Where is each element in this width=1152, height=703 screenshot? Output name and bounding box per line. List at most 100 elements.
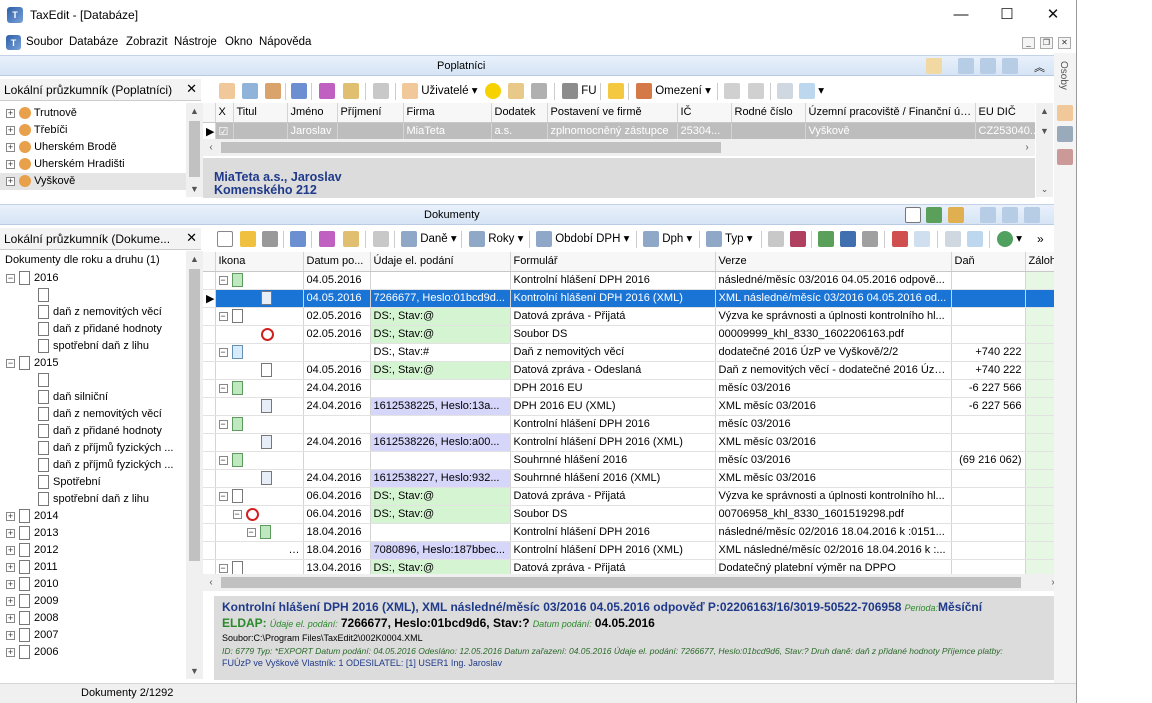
table-row-selected[interactable]: ▶ 04.05.2016 7266677, Heslo:01bcd9d... Kont… xyxy=(203,289,1061,308)
tree-item[interactable] xyxy=(38,372,53,389)
document-system-icon[interactable]: T xyxy=(6,35,21,50)
tree-item[interactable]: − 2016 xyxy=(6,270,58,287)
delete-doc-icon[interactable] xyxy=(892,230,908,247)
tree-item[interactable]: daň z příjmů fyzických ... xyxy=(38,457,173,474)
osoby-tab[interactable]: Osoby xyxy=(1058,61,1069,90)
col-dan[interactable]: Daň xyxy=(951,252,1026,272)
col-firma[interactable]: Firma xyxy=(403,103,492,123)
col-eu-dic[interactable]: EU DIČ xyxy=(975,103,1035,123)
roky-dropdown[interactable]: Roky ▾ xyxy=(469,230,523,249)
search-person-icon[interactable] xyxy=(343,230,359,247)
tree-item-selected[interactable]: + Vyškově xyxy=(0,173,186,190)
expand-icon[interactable]: + xyxy=(6,647,15,657)
collapse-icon[interactable]: − xyxy=(218,347,228,357)
signal-icon[interactable] xyxy=(967,230,983,247)
expand-icon[interactable]: + xyxy=(6,613,15,623)
col-x[interactable]: X xyxy=(215,103,234,123)
tree-item[interactable]: daň z nemovitých věcí xyxy=(38,406,162,423)
mdi-close-button[interactable]: ✕ xyxy=(1058,37,1071,49)
table-row[interactable]: 18.04.2016 7080896, Heslo:187bbec... Kontr… xyxy=(203,541,1061,560)
tree-item[interactable]: +2013 xyxy=(6,525,58,542)
scroll-thumb[interactable] xyxy=(221,577,1021,588)
expand-icon[interactable]: + xyxy=(6,630,15,640)
tree-item[interactable]: daň z přidané hodnoty xyxy=(38,423,162,440)
checkbox-icon[interactable]: ☑ xyxy=(215,122,234,140)
close-explorer-icon[interactable]: ✕ xyxy=(186,230,197,246)
print-icon[interactable] xyxy=(262,230,278,247)
maximize-button[interactable]: ☐ xyxy=(984,0,1030,31)
collapse-icon[interactable]: − xyxy=(218,311,228,321)
menu-okno[interactable]: Okno xyxy=(225,36,253,48)
tree-item[interactable]: daň silniční xyxy=(38,389,108,406)
close-button[interactable]: ✕ xyxy=(1030,0,1076,31)
tree-item[interactable]: +2014 xyxy=(6,508,58,525)
tree-item[interactable]: + Trutnově xyxy=(6,105,77,122)
collapse-icon[interactable]: − xyxy=(6,358,15,368)
table-row[interactable]: − Kontrolní hlášení DPH 2016 měsíc 03/2016 xyxy=(203,415,1061,434)
epo-icon[interactable] xyxy=(914,230,930,247)
col-dodatek[interactable]: Dodatek xyxy=(491,103,548,123)
scroll-down-icon[interactable]: ▼ xyxy=(186,181,203,197)
col-uzemni-pracoviste[interactable]: Územní pracoviště / Finanční úřad xyxy=(805,103,976,123)
scroll-right-icon[interactable]: › xyxy=(1019,139,1035,156)
collapse-icon[interactable]: − xyxy=(218,455,228,465)
scroll-bottom-icon[interactable]: ⌄ xyxy=(1036,181,1053,197)
table-row[interactable]: − 06.04.2016 DS:, Stav:@ Datová zpráva - Př… xyxy=(203,487,1061,506)
expand-icon[interactable]: + xyxy=(6,562,15,572)
persons-side-icon[interactable] xyxy=(1057,105,1073,121)
detail-view-icon[interactable] xyxy=(958,58,974,74)
expand-icon[interactable]: + xyxy=(6,596,15,606)
scroll-left-icon[interactable]: ‹ xyxy=(203,139,219,156)
col-rodne-cislo[interactable]: Rodné číslo xyxy=(731,103,806,123)
close-explorer-icon[interactable]: ✕ xyxy=(186,81,197,97)
col-ikona[interactable]: Ikona xyxy=(215,252,304,272)
scroll-up-icon[interactable]: ▲ xyxy=(186,251,203,267)
poplatnici-tree-scrollbar[interactable]: ▲ ▼ xyxy=(186,103,203,197)
table-row-selected[interactable]: ▶ ☑ Jaroslav MiaTeta a.s. zplnomocněný z… xyxy=(203,122,1035,140)
exit-icon[interactable] xyxy=(790,230,806,247)
col-formular[interactable]: Formulář xyxy=(510,252,716,272)
scroll-thumb[interactable] xyxy=(189,121,200,177)
tree-item[interactable]: + Uherském Brodě xyxy=(6,139,117,156)
table-row[interactable]: − 04.05.2016 Kontrolní hlášení DPH 2016 nás… xyxy=(203,271,1061,290)
minimize-button[interactable]: — xyxy=(938,0,984,31)
key-icon[interactable] xyxy=(608,82,624,99)
signal-icon[interactable] xyxy=(799,82,815,99)
dokumenty-hscrollbar[interactable]: ‹ › xyxy=(203,574,1061,591)
tree-item[interactable]: +2012 xyxy=(6,542,58,559)
expand-icon[interactable]: + xyxy=(6,579,15,589)
detail-view-icon[interactable] xyxy=(980,207,996,223)
col-postaveni[interactable]: Postavení ve firmě xyxy=(547,103,678,123)
mdi-restore-button[interactable]: ❐ xyxy=(1040,37,1053,49)
table-row[interactable]: 02.05.2016 DS:, Stav:@ Soubor DS 00009999_k… xyxy=(203,325,1061,344)
table-row[interactable]: − 02.05.2016 DS:, Stav:@ Datová zpráva - Př… xyxy=(203,307,1061,326)
toolbar-overflow-icon[interactable]: » xyxy=(1037,230,1044,249)
menu-databaze[interactable]: Databáze xyxy=(69,36,118,48)
table-row[interactable]: 24.04.2016 1612538227, Heslo:932... Souhrn… xyxy=(203,469,1061,488)
collapse-icon[interactable]: − xyxy=(246,527,256,537)
expand-icon[interactable]: + xyxy=(6,108,15,118)
tree-item[interactable]: +2007 xyxy=(6,627,58,644)
tree-item[interactable]: spotřební daň z lihu xyxy=(38,491,149,508)
hierarchy-view-icon[interactable] xyxy=(1024,207,1040,223)
collapse-up-icon[interactable]: ︽ xyxy=(1034,59,1045,75)
expand-icon[interactable]: + xyxy=(6,176,15,186)
attach-icon[interactable] xyxy=(862,230,878,247)
scroll-up-icon[interactable]: ▲ xyxy=(1036,103,1053,119)
tree-view-icon[interactable] xyxy=(1002,207,1018,223)
tree-item[interactable]: Spotřební xyxy=(38,474,101,491)
tree-item[interactable]: +2010 xyxy=(6,576,58,593)
tree-root[interactable]: Dokumenty dle roku a druhu (1) xyxy=(5,252,160,269)
tree-item[interactable]: +2008 xyxy=(6,610,58,627)
check-filter-icon[interactable] xyxy=(319,230,335,247)
scroll-thumb[interactable] xyxy=(189,269,200,561)
expand-icon[interactable]: + xyxy=(6,159,15,169)
tree-item[interactable]: +2009 xyxy=(6,593,58,610)
table-row[interactable]: 24.04.2016 1612538225, Heslo:13a... DPH 20… xyxy=(203,397,1061,416)
menu-napoveda[interactable]: Nápověda xyxy=(259,36,311,48)
menu-nastroje[interactable]: Nástroje xyxy=(174,36,217,48)
list-side-icon[interactable] xyxy=(1057,126,1073,142)
tree-item[interactable]: +2011 xyxy=(6,559,58,576)
collapse-icon[interactable]: − xyxy=(232,509,242,519)
tree-item[interactable]: spotřební daň z lihu xyxy=(38,338,149,355)
